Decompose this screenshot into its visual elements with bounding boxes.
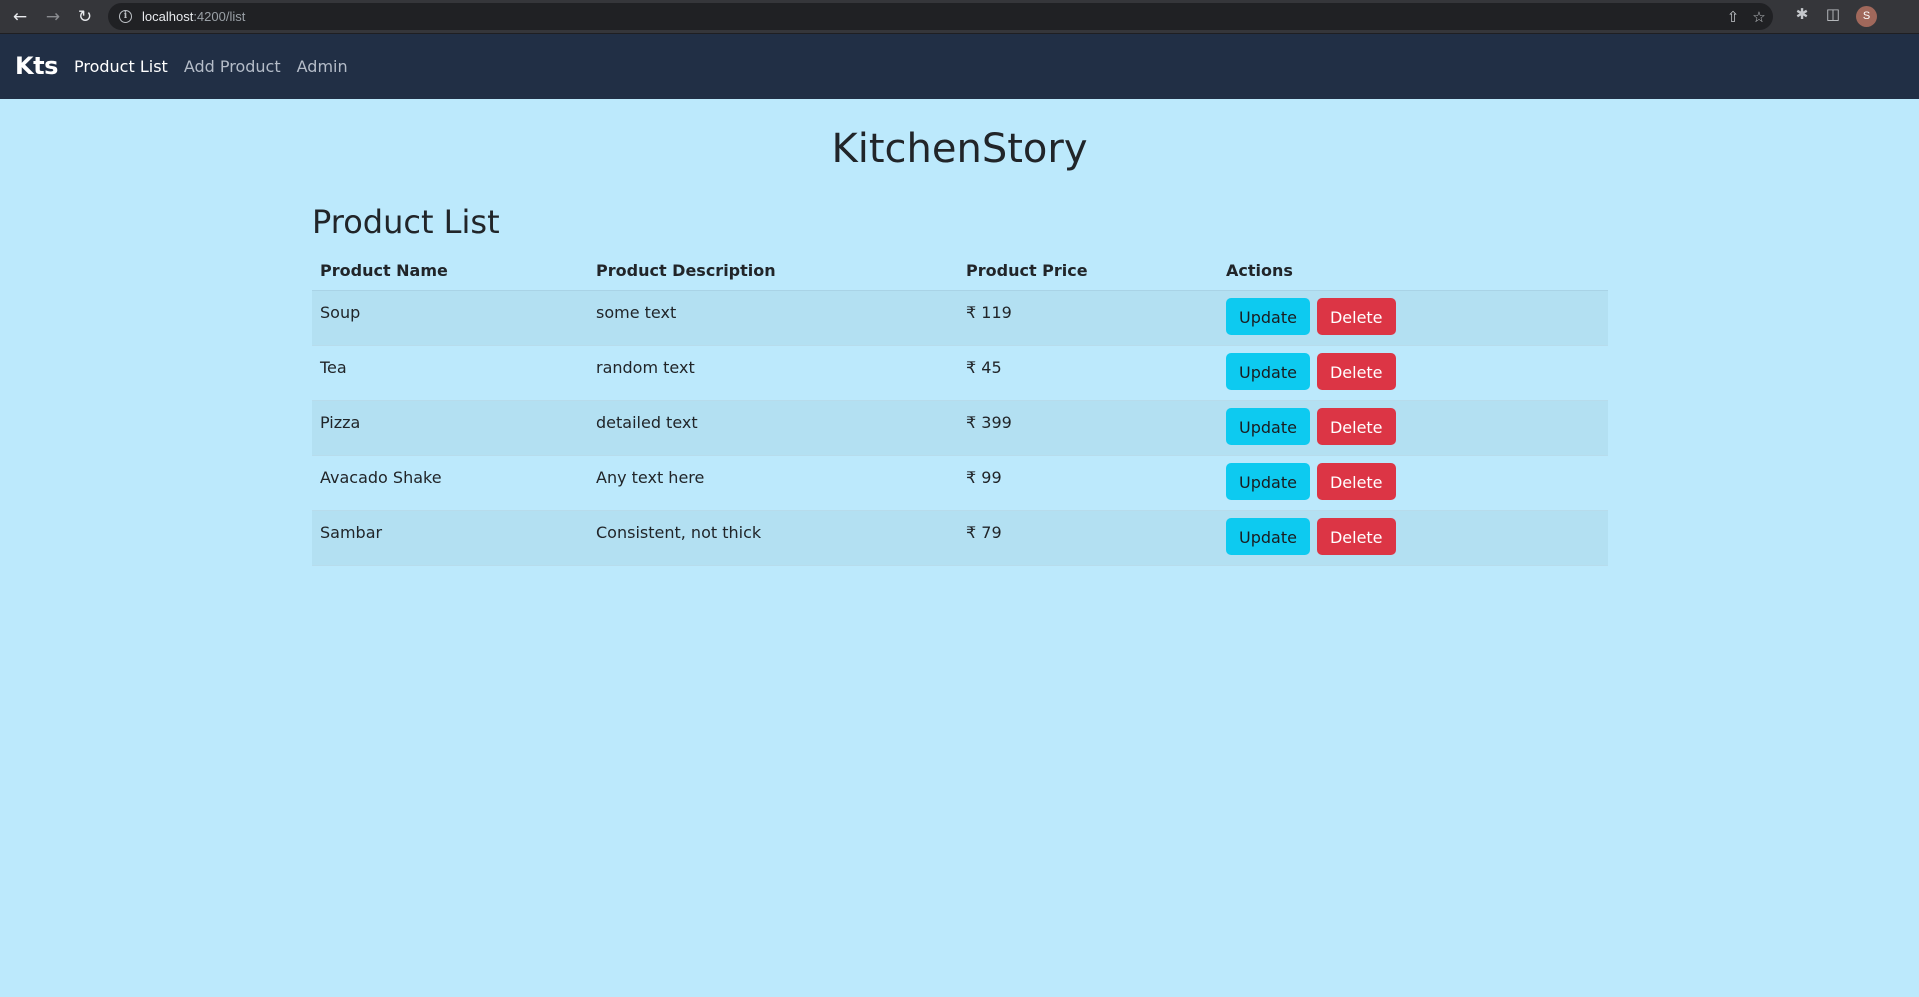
header-actions: Actions xyxy=(1218,251,1608,291)
site-info-icon[interactable]: i xyxy=(119,10,132,23)
table-row: Pizza detailed text ₹ 399 Update Delete xyxy=(312,400,1608,456)
cell-product-price: ₹ 399 xyxy=(958,400,1218,456)
nav-link-add-product[interactable]: Add Product xyxy=(184,34,281,99)
table-row: Sambar Consistent, not thick ₹ 79 Update… xyxy=(312,510,1608,566)
cell-product-name: Soup xyxy=(312,290,588,346)
cell-actions: Update Delete xyxy=(1218,345,1608,401)
forward-arrow-icon[interactable]: → xyxy=(42,6,64,28)
side-panel-icon[interactable]: ◫ xyxy=(1824,5,1842,23)
cell-actions: Update Delete xyxy=(1218,290,1608,346)
cell-actions: Update Delete xyxy=(1218,455,1608,511)
table-row: Tea random text ₹ 45 Update Delete xyxy=(312,345,1608,401)
url-host: localhost xyxy=(142,9,194,24)
cell-product-name: Tea xyxy=(312,345,588,401)
header-product-price: Product Price xyxy=(958,251,1218,291)
update-button[interactable]: Update xyxy=(1226,408,1310,445)
cell-product-price: ₹ 79 xyxy=(958,510,1218,566)
nav-link-admin[interactable]: Admin xyxy=(297,34,348,99)
cell-product-description: some text xyxy=(588,290,958,346)
nav-link-product-list[interactable]: Product List xyxy=(74,34,168,99)
cell-actions: Update Delete xyxy=(1218,400,1608,456)
back-arrow-icon[interactable]: ← xyxy=(9,6,31,28)
delete-button[interactable]: Delete xyxy=(1316,463,1396,500)
table-row: Avacado Shake Any text here ₹ 99 Update D… xyxy=(312,455,1608,511)
product-table-container: Product Name Product Description Product… xyxy=(312,251,1608,566)
share-icon[interactable]: ⇧ xyxy=(1724,8,1742,26)
product-table: Product Name Product Description Product… xyxy=(312,251,1608,566)
header-product-description: Product Description xyxy=(588,251,958,291)
table-header-row: Product Name Product Description Product… xyxy=(312,251,1608,291)
update-button[interactable]: Update xyxy=(1226,518,1310,555)
cell-product-description: Any text here xyxy=(588,455,958,511)
section-title: Product List xyxy=(312,203,500,241)
update-button[interactable]: Update xyxy=(1226,353,1310,390)
cell-product-description: detailed text xyxy=(588,400,958,456)
top-navbar: Kts Product List Add Product Admin xyxy=(0,34,1919,99)
cell-product-description: random text xyxy=(588,345,958,401)
delete-button[interactable]: Delete xyxy=(1316,298,1396,335)
cell-product-name: Avacado Shake xyxy=(312,455,588,511)
delete-button[interactable]: Delete xyxy=(1316,353,1396,390)
cell-product-price: ₹ 119 xyxy=(958,290,1218,346)
bookmark-star-icon[interactable]: ☆ xyxy=(1750,8,1768,26)
cell-product-name: Pizza xyxy=(312,400,588,456)
cell-product-name: Sambar xyxy=(312,510,588,566)
delete-button[interactable]: Delete xyxy=(1316,408,1396,445)
update-button[interactable]: Update xyxy=(1226,298,1310,335)
update-button[interactable]: Update xyxy=(1226,463,1310,500)
brand-logo[interactable]: Kts xyxy=(15,34,58,99)
cell-product-price: ₹ 45 xyxy=(958,345,1218,401)
cell-actions: Update Delete xyxy=(1218,510,1608,566)
table-row: Soup some text ₹ 119 Update Delete xyxy=(312,290,1608,346)
url-path: :4200/list xyxy=(193,9,246,24)
profile-avatar[interactable]: S xyxy=(1856,6,1877,27)
extensions-icon[interactable]: ✱ xyxy=(1793,5,1811,23)
header-product-name: Product Name xyxy=(312,251,588,291)
cell-product-price: ₹ 99 xyxy=(958,455,1218,511)
url-text[interactable]: localhost:4200/list xyxy=(142,8,245,25)
nav-links: Product List Add Product Admin xyxy=(74,34,364,99)
browser-toolbar: ← → ↻ i localhost:4200/list ⇧ ☆ ✱ ◫ S xyxy=(0,0,1919,34)
reload-icon[interactable]: ↻ xyxy=(74,6,96,28)
page-title: KitchenStory xyxy=(831,126,1088,172)
cell-product-description: Consistent, not thick xyxy=(588,510,958,566)
delete-button[interactable]: Delete xyxy=(1316,518,1396,555)
address-bar[interactable]: i localhost:4200/list ⇧ ☆ xyxy=(108,3,1773,30)
